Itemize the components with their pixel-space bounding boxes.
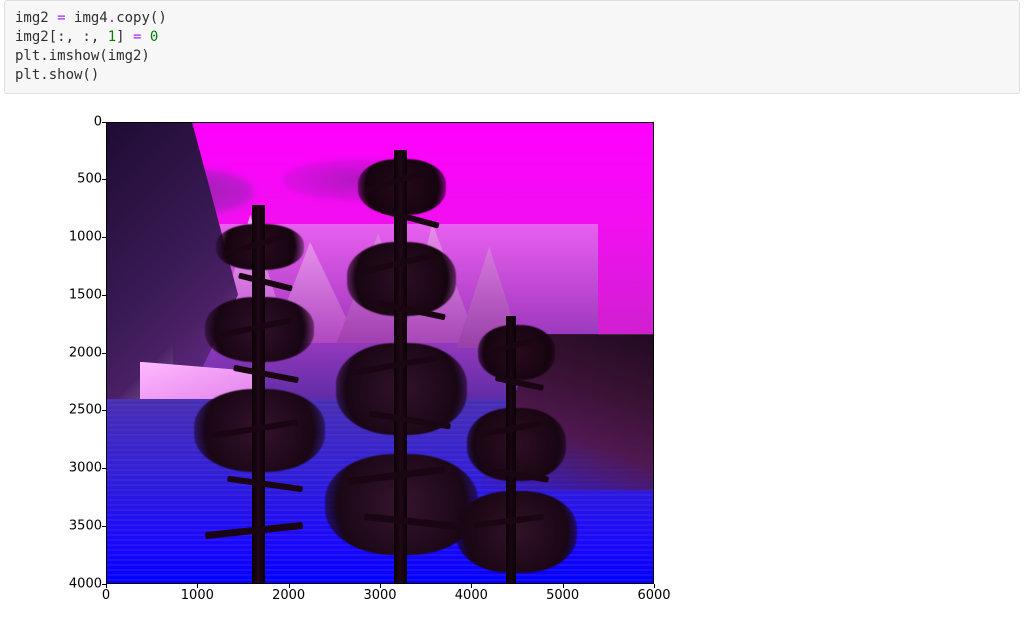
ytick-label: 1000: [42, 230, 102, 245]
code-text: img2[:, :,: [15, 29, 108, 45]
xtick-label: 6000: [637, 588, 670, 603]
ytick-label: 3000: [42, 461, 102, 476]
ytick-label: 3500: [42, 518, 102, 533]
code-num: 0: [150, 29, 158, 45]
image-tree-foliage: [467, 408, 565, 482]
code-line-4: plt.show(): [15, 66, 1009, 85]
plot-image: [107, 123, 653, 583]
ytick-label: 4000: [42, 576, 102, 591]
xtick-label: 5000: [546, 588, 579, 603]
ytick-label: 1500: [42, 287, 102, 302]
code-op-dot: .: [108, 10, 116, 26]
code-text: img4: [66, 10, 108, 26]
xtick-label: 1000: [181, 588, 214, 603]
image-tree-foliage: [456, 491, 576, 574]
code-text: img2: [15, 10, 57, 26]
code-text: ]: [116, 29, 133, 45]
code-line-1: img2 = img4.copy(): [15, 9, 1009, 28]
ytick-label: 0: [42, 114, 102, 129]
code-text: [141, 29, 149, 45]
code-text: copy(): [116, 10, 167, 26]
plot-axes: [106, 122, 654, 584]
ytick-mark: [102, 295, 106, 296]
xtick-label: 3000: [363, 588, 396, 603]
ytick-label: 500: [42, 172, 102, 187]
code-line-3: plt.imshow(img2): [15, 47, 1009, 66]
code-num: 1: [108, 29, 116, 45]
ytick-mark: [102, 353, 106, 354]
ytick-mark: [102, 410, 106, 411]
xtick-label: 4000: [455, 588, 488, 603]
xtick-label: 2000: [272, 588, 305, 603]
ytick-mark: [102, 122, 106, 123]
matplotlib-figure: 0 500 1000 1500 2000 2500 3000 3500 4000…: [28, 112, 668, 620]
ytick-mark: [102, 526, 106, 527]
code-line-2: img2[:, :, 1] = 0: [15, 28, 1009, 47]
ytick-label: 2500: [42, 403, 102, 418]
ytick-mark: [102, 468, 106, 469]
ytick-label: 2000: [42, 345, 102, 360]
code-cell[interactable]: img2 = img4.copy() img2[:, :, 1] = 0 plt…: [4, 0, 1020, 94]
code-op-eq: =: [57, 10, 65, 26]
ytick-mark: [102, 237, 106, 238]
image-tree-trunk: [506, 316, 517, 583]
ytick-mark: [102, 179, 106, 180]
output-area: 0 500 1000 1500 2000 2500 3000 3500 4000…: [0, 98, 1024, 628]
xtick-label: 0: [102, 588, 110, 603]
